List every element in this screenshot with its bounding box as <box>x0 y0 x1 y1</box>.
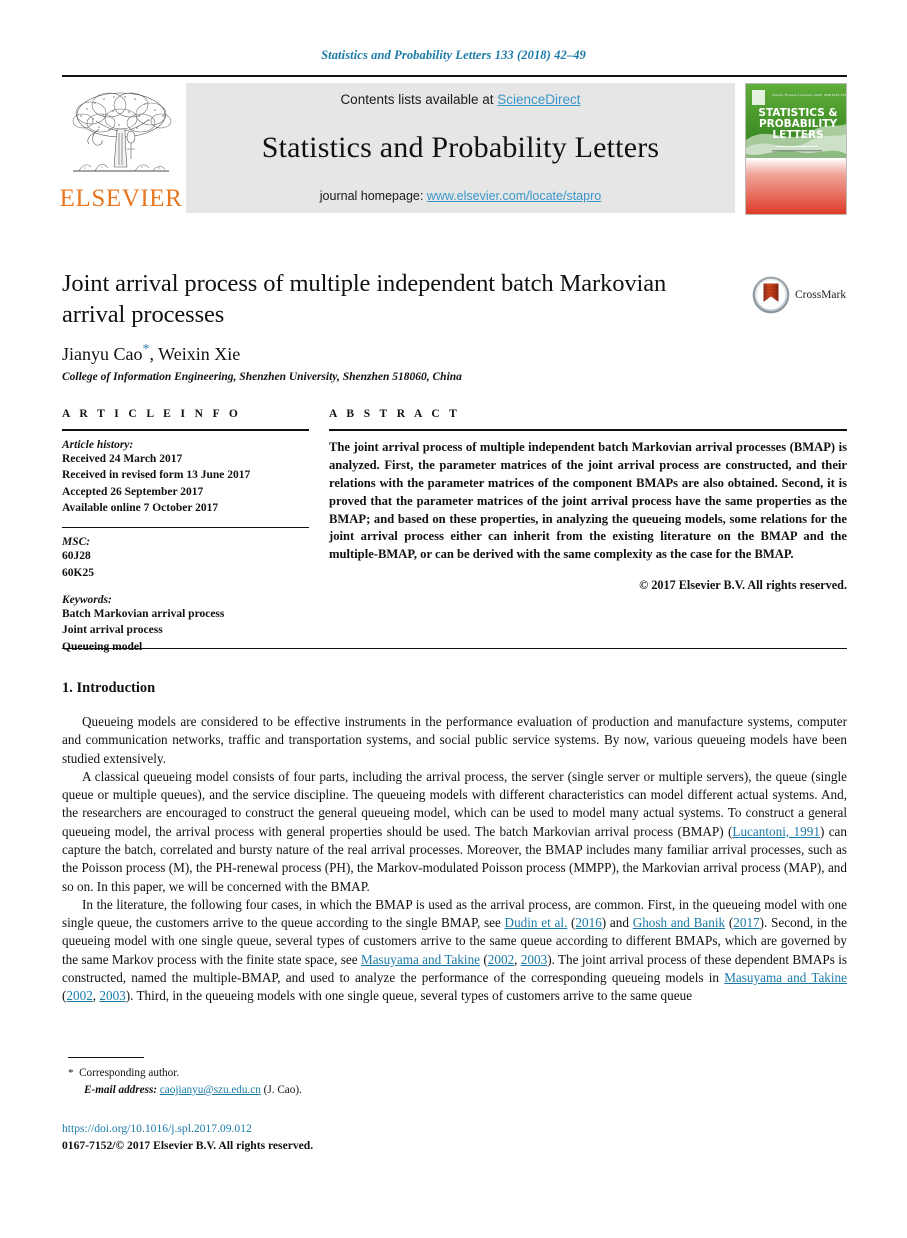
abstract-copyright: © 2017 Elsevier B.V. All rights reserved… <box>639 578 847 593</box>
elsevier-logo: ELSEVIER <box>59 83 183 213</box>
history-accepted: Accepted 26 September 2017 <box>62 485 204 498</box>
paragraph-2: A classical queueing model consists of f… <box>62 768 847 896</box>
citation-masuyama-takine-1[interactable]: Masuyama and Takine <box>361 952 480 967</box>
journal-title: Statistics and Probability Letters <box>261 131 660 164</box>
citation-masuyama-2003-b[interactable]: 2003 <box>99 988 125 1003</box>
citation-ghosh-2017[interactable]: 2017 <box>733 915 759 930</box>
footnote-block: * Corresponding author. E-mail address: … <box>68 1065 568 1099</box>
journal-masthead: ELSEVIER Contents lists available at Sci… <box>59 75 847 215</box>
citation-masuyama-takine-2[interactable]: Masuyama and Takine <box>724 970 847 985</box>
doi-link[interactable]: https://doi.org/10.1016/j.spl.2017.09.01… <box>62 1122 252 1135</box>
cover-line-3: LETTERS <box>772 129 823 141</box>
article-info-abstract-region: A R T I C L E I N F O Article history: R… <box>62 408 847 655</box>
author-email-link[interactable]: caojianyu@szu.edu.cn <box>160 1084 261 1096</box>
history-received: Received 24 March 2017 <box>62 453 183 465</box>
article-info-rule <box>62 429 309 431</box>
journal-article-page: Statistics and Probability Letters 133 (… <box>0 0 907 1238</box>
paragraph-3: In the literature, the following four ca… <box>62 896 847 1006</box>
p2-text-a: A classical queueing model consists of f… <box>62 768 847 839</box>
running-head: Statistics and Probability Letters 133 (… <box>321 48 586 62</box>
article-info-column: A R T I C L E I N F O Article history: R… <box>62 408 309 655</box>
citation-masuyama-2002-a[interactable]: 2002 <box>488 952 514 967</box>
crossmark-badge[interactable]: CrossMark <box>752 276 846 314</box>
journal-homepage-link[interactable]: www.elsevier.com/locate/stapro <box>427 189 601 203</box>
article-title-block: Joint arrival process of multiple indepe… <box>62 268 722 383</box>
svg-text:Volume 79 Issue 2: Volume 79 Issue 2 <box>772 93 800 97</box>
author-affiliation: College of Information Engineering, Shen… <box>62 371 462 384</box>
keyword-1: Batch Markovian arrival process <box>62 607 225 620</box>
footnote-corresponding-author: * Corresponding author. <box>68 1065 568 1082</box>
sciencedirect-link[interactable]: ScienceDirect <box>497 92 580 107</box>
cover-artwork: Volume 79 Issue 2 Janunary 2009 ISSN 016… <box>746 84 846 214</box>
homepage-prefix: journal homepage: <box>319 189 427 203</box>
msc-code-2: 60K25 <box>62 566 94 579</box>
elsevier-wordmark: ELSEVIER <box>59 185 183 212</box>
citation-masuyama-2002-b[interactable]: 2002 <box>66 988 92 1003</box>
author-primary: Jianyu Cao <box>62 344 143 365</box>
journal-homepage-line: journal homepage: www.elsevier.com/locat… <box>320 189 601 203</box>
keyword-2: Joint arrival process <box>62 624 163 637</box>
author-list: Jianyu Cao*, Weixin Xie <box>62 342 722 365</box>
contents-prefix: Contents lists available at <box>340 92 498 107</box>
history-revised: Received in revised form 13 June 2017 <box>62 469 251 482</box>
page-footer: https://doi.org/10.1016/j.spl.2017.09.01… <box>62 1120 662 1155</box>
issn-copyright-line: 0167-7152/© 2017 Elsevier B.V. All right… <box>62 1139 314 1153</box>
elsevier-tree-icon <box>72 92 172 172</box>
msc-divider <box>62 527 309 529</box>
history-online: Available online 7 October 2017 <box>62 501 219 514</box>
keyword-3: Queueing model <box>62 640 143 653</box>
keywords-spacer <box>62 581 309 594</box>
footnote-divider <box>68 1057 144 1058</box>
crossmark-icon[interactable] <box>752 276 790 314</box>
abstract-column: A B S T R A C T The joint arrival proces… <box>329 408 847 655</box>
email-author-suffix: (J. Cao). <box>260 1083 302 1096</box>
abstract-text: The joint arrival process of multiple in… <box>329 440 847 562</box>
msc-label: MSC: <box>62 536 91 549</box>
body-top-rule <box>62 648 847 649</box>
contents-lists-line: Contents lists available at ScienceDirec… <box>340 92 580 107</box>
p3-text-g: , <box>514 951 521 967</box>
svg-text:ISSN 0167-7152: ISSN 0167-7152 <box>824 93 846 97</box>
masthead-top-rule <box>62 75 847 77</box>
footnote-email-line: E-mail address: caojianyu@szu.edu.cn (J.… <box>68 1082 568 1099</box>
msc-code-1: 60J28 <box>62 550 91 563</box>
citation-dudin-2016[interactable]: 2016 <box>575 915 601 930</box>
citation-ghosh-banik[interactable]: Ghosh and Banik <box>633 915 725 930</box>
abstract-rule <box>329 429 847 431</box>
masthead-banner: Contents lists available at ScienceDirec… <box>186 83 735 213</box>
citation-dudin-et-al[interactable]: Dudin et al. <box>505 915 568 930</box>
citation-masuyama-2003-a[interactable]: 2003 <box>521 952 547 967</box>
citation-lucantoni-1991[interactable]: Lucantoni, 1991 <box>732 824 820 839</box>
journal-cover-thumbnail: Volume 79 Issue 2 Janunary 2009 ISSN 016… <box>745 83 847 215</box>
svg-text:Janunary 2009: Janunary 2009 <box>799 93 822 97</box>
author-secondary: , Weixin Xie <box>149 344 241 365</box>
p3-text-f: ( <box>480 951 488 967</box>
page-title: Joint arrival process of multiple indepe… <box>62 270 667 329</box>
email-address-label: E-mail address: <box>84 1083 158 1096</box>
doi-link-wrapper: https://doi.org/10.1016/j.spl.2017.09.01… <box>62 1120 662 1137</box>
p3-text-k: ). Third, in the queueing models with on… <box>125 988 693 1004</box>
crossmark-label: CrossMark <box>795 289 847 301</box>
column-gap <box>309 408 329 655</box>
article-info-heading: A R T I C L E I N F O <box>62 408 242 420</box>
footnote-star-marker: * <box>68 1067 74 1079</box>
section-heading-introduction: 1. Introduction <box>62 680 156 696</box>
keywords-label: Keywords: <box>62 593 112 606</box>
article-body: 1. Introduction Queueing models are cons… <box>62 680 847 1006</box>
abstract-heading: A B S T R A C T <box>329 408 461 420</box>
p3-text-c: ) and <box>601 915 633 931</box>
corresponding-author-marker: * <box>142 342 150 358</box>
paragraph-1: Queueing models are considered to be eff… <box>62 714 847 766</box>
article-history-label: Article history: <box>62 439 134 451</box>
footnote-corresponding-text: Corresponding author. <box>79 1067 180 1079</box>
